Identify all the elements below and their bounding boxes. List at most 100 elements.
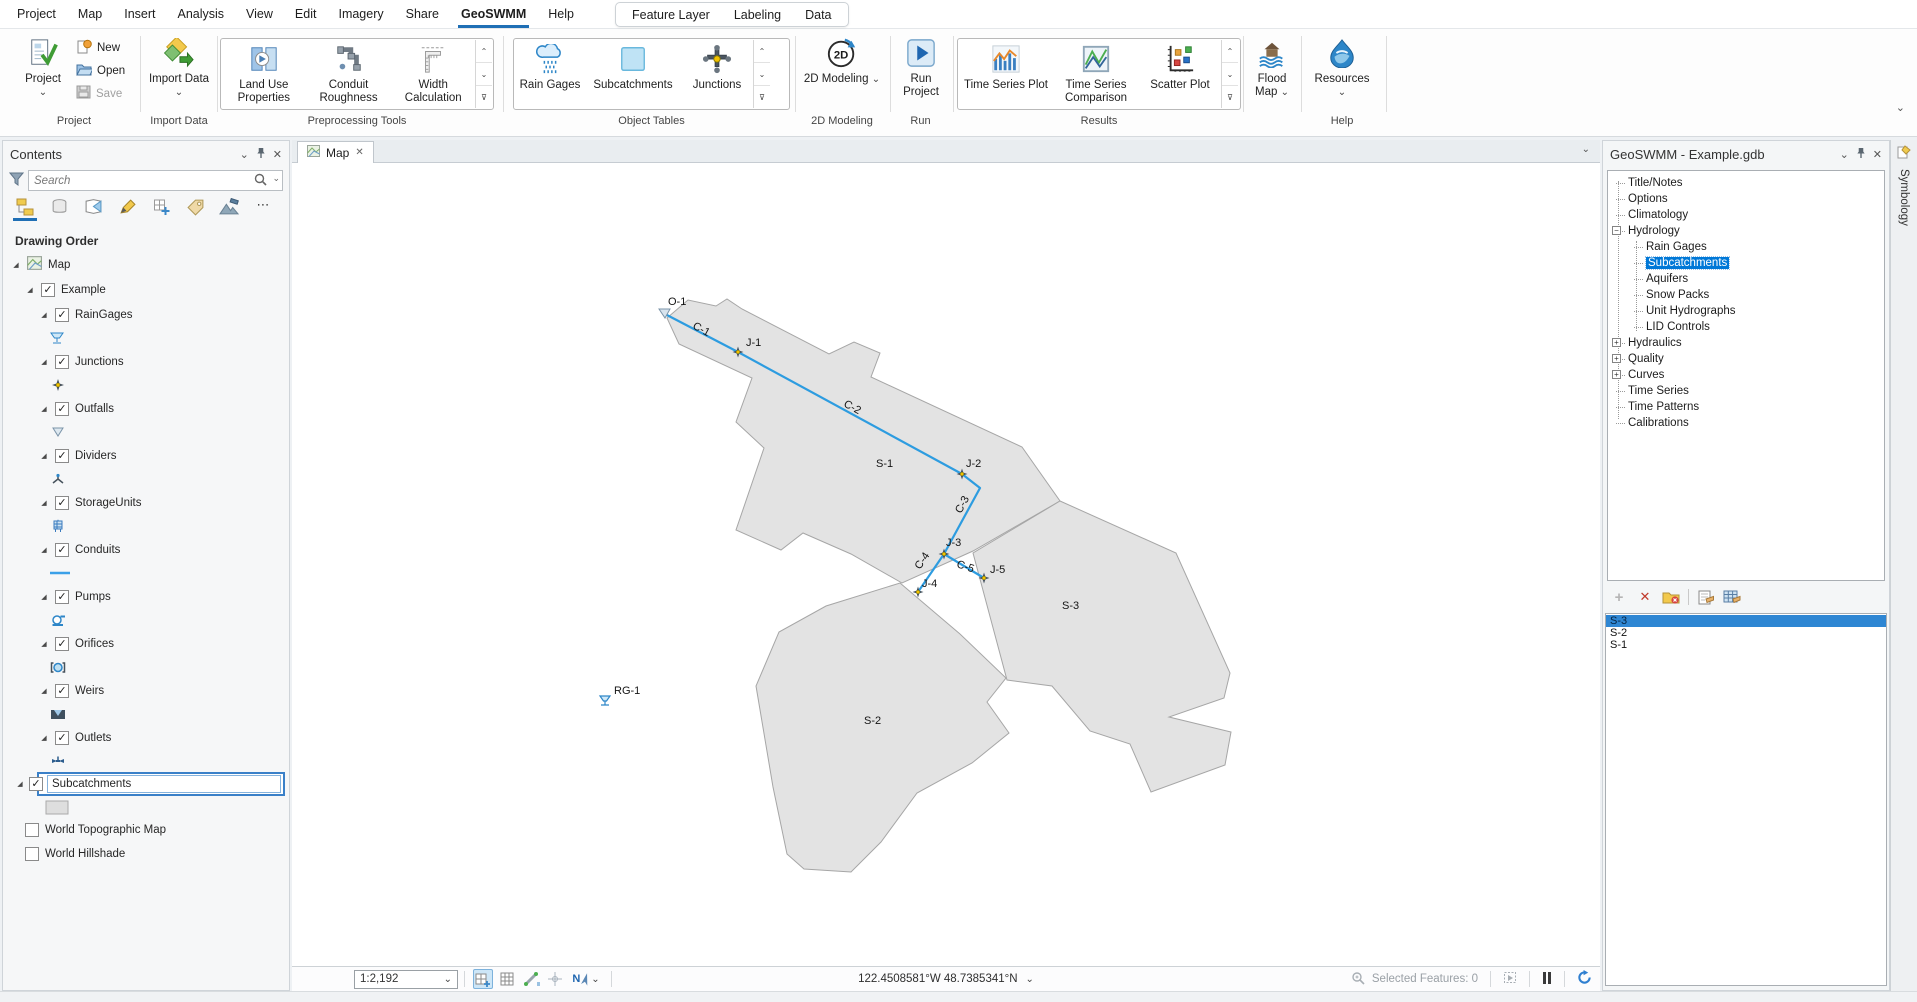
list-by-perspective-imagery-tab[interactable]: [217, 198, 241, 221]
geoswmm-tree-item[interactable]: Time Series: [1608, 383, 1884, 399]
menu-tab[interactable]: Analysis: [167, 0, 236, 28]
tree-expander-icon[interactable]: ◢: [39, 687, 49, 695]
geoswmm-tree-item[interactable]: + Quality: [1608, 351, 1884, 367]
geoswmm-tree-item[interactable]: Snow Packs: [1608, 287, 1884, 303]
layer-row-dividers[interactable]: ◢ ✓ Dividers: [3, 443, 289, 468]
layer-row-world-hillshade[interactable]: World Hillshade: [3, 842, 289, 866]
list-by-selection-tab[interactable]: [81, 198, 105, 221]
scroll-down-button[interactable]: ⌄: [1222, 63, 1238, 86]
layer-checkbox[interactable]: ✓: [55, 684, 69, 698]
import-data-button[interactable]: Import Data ⌄: [146, 34, 212, 112]
2d-modeling-button[interactable]: 2D 2D Modeling ⌄: [800, 34, 884, 112]
tree-expander-icon[interactable]: ◢: [39, 593, 49, 601]
geoswmm-tree-item[interactable]: Rain Gages: [1608, 239, 1884, 255]
pause-drawing-button[interactable]: [1542, 972, 1552, 987]
layer-row-conduits[interactable]: ◢ ✓ Conduits: [3, 537, 289, 562]
layer-checkbox[interactable]: ✓: [29, 777, 43, 791]
project-button[interactable]: Project⌄: [16, 34, 70, 112]
layer-row-orifices[interactable]: ◢ ✓ Orifices: [3, 631, 289, 656]
tree-expander-icon[interactable]: ◢: [39, 640, 49, 648]
measure-button[interactable]: [521, 969, 541, 989]
ribbon-collapse-icon[interactable]: ⌄: [1896, 101, 1905, 114]
selection-constraint-icon[interactable]: [1503, 971, 1517, 987]
scroll-up-button[interactable]: ⌃: [476, 40, 492, 63]
more-options-button[interactable]: ⊽: [754, 86, 770, 108]
map-canvas[interactable]: O-1C-1J-1C-2S-1J-2C-3J-3C-4J-4C-5J-5S-3R…: [292, 163, 1600, 966]
list-by-drawing-order-tab[interactable]: [13, 198, 37, 221]
search-input[interactable]: [28, 170, 283, 191]
geoswmm-tree-item[interactable]: Title/Notes: [1608, 175, 1884, 191]
feature-list-item[interactable]: S-1: [1606, 639, 1886, 651]
close-icon[interactable]: ✕: [1873, 148, 1882, 161]
width-calculation-button[interactable]: Width Calculation: [391, 40, 475, 108]
list-by-editing-tab[interactable]: [115, 198, 139, 221]
tree-expander-icon[interactable]: ◢: [39, 358, 49, 366]
menu-tab[interactable]: Map: [67, 0, 113, 28]
scroll-up-button[interactable]: ⌃: [754, 40, 770, 63]
layer-row-weirs[interactable]: ◢ ✓ Weirs: [3, 678, 289, 703]
layer-row-world-topographic-map[interactable]: World Topographic Map: [3, 818, 289, 842]
feature-list-item[interactable]: S-3: [1606, 615, 1886, 627]
geoswmm-tree-item[interactable]: + Curves: [1608, 367, 1884, 383]
tree-expander-icon[interactable]: −: [1612, 226, 1621, 235]
layer-rename-field[interactable]: Subcatchments: [47, 775, 281, 793]
junctions-button[interactable]: Junctions: [681, 40, 753, 108]
list-by-labeling-tab[interactable]: [183, 198, 207, 221]
delete-feature-button[interactable]: ✕: [1636, 588, 1654, 606]
layer-row-subcatchments[interactable]: ◢ ✓ Subcatchments: [37, 772, 285, 796]
scroll-down-button[interactable]: ⌄: [476, 63, 492, 86]
layer-checkbox[interactable]: [25, 823, 39, 837]
conduit-roughness-button[interactable]: Conduit Roughness: [306, 40, 392, 108]
tree-expander-icon[interactable]: ◢: [39, 405, 49, 413]
layer-checkbox[interactable]: ✓: [55, 402, 69, 416]
geoswmm-tree-item[interactable]: Aquifers: [1608, 271, 1884, 287]
geoswmm-tree-item[interactable]: Time Patterns: [1608, 399, 1884, 415]
raingage-marker-RG-1[interactable]: [600, 696, 610, 705]
layer-checkbox[interactable]: ✓: [55, 308, 69, 322]
feature-list-item[interactable]: S-2: [1606, 627, 1886, 639]
close-icon[interactable]: ✕: [355, 147, 363, 158]
menu-tab[interactable]: Insert: [113, 0, 166, 28]
geoswmm-tree-item[interactable]: + Hydraulics: [1608, 335, 1884, 351]
refresh-button[interactable]: [1577, 970, 1592, 988]
geoswmm-tree-item[interactable]: Climatology: [1608, 207, 1884, 223]
search-icon[interactable]: [254, 173, 267, 189]
layer-checkbox[interactable]: ✓: [55, 590, 69, 604]
contextual-tab[interactable]: Labeling: [722, 8, 793, 22]
tree-expander-icon[interactable]: ◢: [39, 452, 49, 460]
layer-row-outfalls[interactable]: ◢ ✓ Outfalls: [3, 396, 289, 421]
filter-icon[interactable]: [9, 172, 24, 189]
layer-checkbox[interactable]: ✓: [41, 283, 55, 297]
panel-menu-chevron-icon[interactable]: ⌄: [240, 148, 249, 161]
tree-item-map[interactable]: ◢ Map: [3, 252, 289, 277]
layer-checkbox[interactable]: ✓: [55, 355, 69, 369]
close-icon[interactable]: ✕: [273, 148, 282, 161]
edit-feature-button[interactable]: [1697, 588, 1715, 606]
menu-tab[interactable]: Share: [395, 0, 450, 28]
tree-expander-icon[interactable]: ◢: [39, 311, 49, 319]
tree-expander-icon[interactable]: +: [1612, 354, 1621, 363]
menu-tab[interactable]: View: [235, 0, 284, 28]
north-arrow-button[interactable]: N ⌄: [569, 969, 603, 989]
tree-expander-icon[interactable]: ◢: [39, 546, 49, 554]
menu-tab[interactable]: GeoSWMM: [450, 0, 537, 28]
geoswmm-tree-item[interactable]: Subcatchments: [1608, 255, 1884, 271]
delete-all-features-button[interactable]: [1662, 588, 1680, 606]
flood-map-button[interactable]: Flood Map ⌄: [1246, 34, 1298, 112]
tree-expander-icon[interactable]: ◢: [39, 734, 49, 742]
search-options-chevron-icon[interactable]: ⌄: [272, 174, 280, 184]
tree-expander-icon[interactable]: +: [1612, 338, 1621, 347]
scale-combo[interactable]: 1:2,192 ⌄: [354, 970, 458, 989]
geoswmm-tree-item[interactable]: LID Controls: [1608, 319, 1884, 335]
layer-row-raingages[interactable]: ◢ ✓ RainGages: [3, 302, 289, 327]
map-svg[interactable]: O-1C-1J-1C-2S-1J-2C-3J-3C-4J-4C-5J-5S-3R…: [292, 163, 1600, 966]
tree-expander-icon[interactable]: ◢: [39, 499, 49, 507]
edit-table-button[interactable]: [1723, 588, 1741, 606]
layer-checkbox[interactable]: ✓: [55, 449, 69, 463]
layer-row-outlets[interactable]: ◢ ✓ Outlets: [3, 725, 289, 750]
layer-checkbox[interactable]: ✓: [55, 731, 69, 745]
pin-icon[interactable]: [256, 147, 266, 162]
tree-item-example[interactable]: ◢ ✓ Example: [3, 277, 289, 302]
more-options-button[interactable]: ⊽: [1222, 86, 1238, 108]
add-feature-button[interactable]: +: [1610, 588, 1628, 606]
